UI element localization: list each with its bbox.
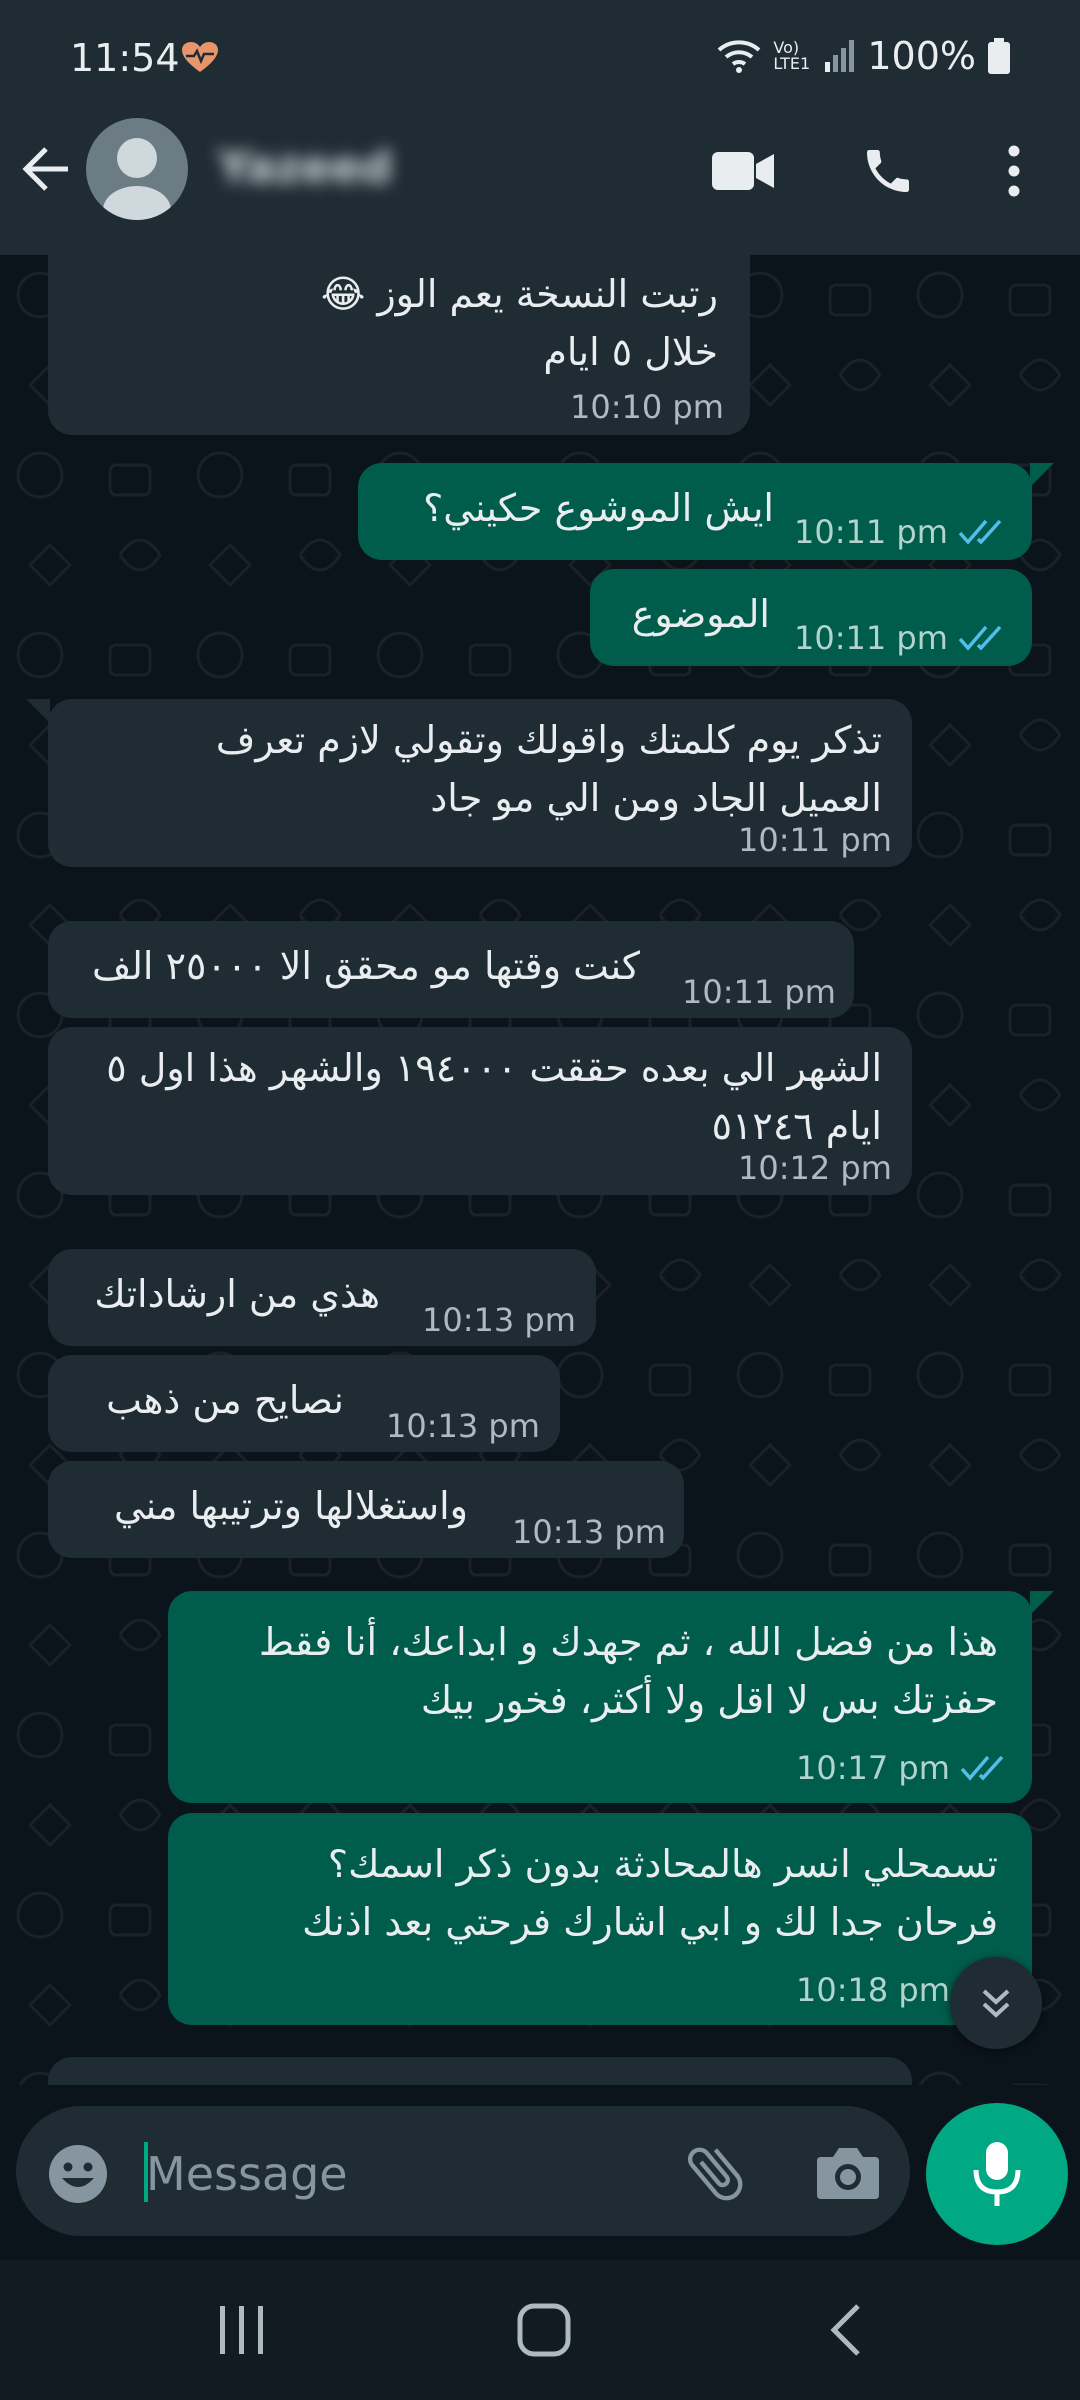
camera-icon[interactable] (815, 2145, 881, 2201)
signal-icon (825, 40, 855, 72)
emoji-icon[interactable] (46, 2142, 110, 2206)
attach-icon[interactable] (680, 2138, 750, 2208)
message-time: 10:11 pm (794, 619, 948, 657)
message-incoming-partial[interactable] (48, 2057, 912, 2085)
message-time: 10:13 pm (512, 1513, 666, 1551)
message-incoming[interactable]: الشهر الي بعده حققت ١٩٤٠٠٠ والشهر هذا او… (48, 1027, 912, 1195)
bubble-tail (1030, 1591, 1054, 1615)
read-receipt-icon (960, 1755, 1004, 1781)
message-incoming[interactable]: كنت وقتها مو محقق الا ٢٥٠٠٠ الف 10:11 pm (48, 921, 854, 1018)
back-arrow-icon[interactable] (20, 143, 72, 195)
battery-icon (988, 38, 1010, 74)
battery-percent: 100% (867, 34, 976, 78)
message-text: ايش الموشوع حكيني؟ (423, 486, 774, 530)
message-text: كنت وقتها مو محقق الا ٢٥٠٠٠ الف (92, 944, 640, 988)
message-time: 10:18 pm (796, 1971, 950, 2009)
message-outgoing[interactable]: ايش الموشوع حكيني؟ 10:11 pm (358, 463, 1032, 560)
read-receipt-icon (958, 625, 1002, 651)
chat-area[interactable]: رتبت النسخة يعم الوز 😂 خلال ٥ ايام 10:10… (0, 255, 1080, 2085)
message-incoming[interactable]: نصايح من ذهب 10:13 pm (48, 1355, 560, 1452)
message-meta: 10:13 pm (512, 1503, 666, 1561)
message-text: الموضوع (631, 592, 770, 636)
home-icon[interactable] (516, 2302, 572, 2358)
message-meta: 10:12 pm (738, 1139, 892, 1197)
wifi-icon (718, 40, 761, 73)
message-time: 10:12 pm (738, 1149, 892, 1187)
message-outgoing[interactable]: هذا من فضل الله ، ثم جهدك و ابداعك، أنا … (168, 1591, 1032, 1803)
message-incoming[interactable]: هذي من ارشاداتك 10:13 pm (48, 1249, 596, 1346)
message-incoming[interactable]: واستغلالها وترتيبها مني 10:13 pm (48, 1461, 684, 1558)
message-text: تسمحلي انسر هالمحادثة بدون ذكر اسمك؟ فرح… (302, 1842, 998, 1944)
heart-pulse-icon (182, 42, 218, 72)
message-text: رتبت النسخة يعم الوز 😂 خلال ٥ ايام (320, 272, 718, 374)
mic-icon (973, 2142, 1021, 2206)
message-input[interactable]: Message (146, 2147, 348, 2201)
message-text: هذي من ارشاداتك (94, 1272, 380, 1316)
message-meta: 10:11 pm (738, 811, 892, 869)
message-outgoing[interactable]: الموضوع 10:11 pm (590, 569, 1032, 666)
status-icons: Vo) LTE1 100% (717, 34, 1010, 78)
avatar[interactable] (86, 118, 188, 220)
message-meta: 10:17 pm (796, 1739, 1010, 1797)
message-meta: 10:13 pm (422, 1291, 576, 1349)
back-nav-icon[interactable] (826, 2302, 866, 2358)
default-avatar-icon (103, 138, 171, 220)
scroll-down-icon (982, 1989, 1010, 2018)
message-text: هذا من فضل الله ، ثم جهدك و ابداعك، أنا … (258, 1620, 998, 1722)
bubble-tail (1030, 463, 1054, 487)
message-meta: 10:11 pm (794, 609, 1008, 667)
message-meta: 10:11 pm (794, 503, 1008, 561)
read-receipt-icon (958, 519, 1002, 545)
contact-name[interactable]: Yazeed (218, 142, 392, 193)
message-time: 10:17 pm (796, 1749, 950, 1787)
message-outgoing[interactable]: تسمحلي انسر هالمحادثة بدون ذكر اسمك؟ فرح… (168, 1813, 1032, 2025)
message-time: 10:11 pm (794, 513, 948, 551)
message-time: 10:10 pm (570, 388, 724, 426)
recent-apps-icon[interactable] (216, 2304, 268, 2356)
message-time: 10:13 pm (386, 1407, 540, 1445)
voice-message-button[interactable] (926, 2103, 1068, 2245)
status-bar: 11:54 Vo) LTE1 100% (0, 0, 1080, 120)
more-options-icon[interactable] (1006, 145, 1022, 197)
status-time: 11:54 (70, 36, 180, 80)
message-meta: 10:13 pm (386, 1397, 540, 1455)
message-text: الشهر الي بعده حققت ١٩٤٠٠٠ والشهر هذا او… (106, 1046, 882, 1148)
network-label: Vo) LTE1 (773, 38, 811, 73)
bubble-tail (26, 699, 50, 723)
message-meta: 10:10 pm (570, 378, 724, 436)
message-meta: 10:11 pm (682, 963, 836, 1021)
message-text: تذكر يوم كلمتك واقولك وتقولي لازم تعرف ا… (215, 718, 882, 820)
system-navigation-bar (0, 2260, 1080, 2400)
message-meta: 10:18 pm (796, 1961, 950, 2019)
voice-call-icon[interactable] (860, 143, 916, 199)
message-time: 10:13 pm (422, 1301, 576, 1339)
video-call-icon[interactable] (712, 150, 774, 192)
scroll-to-bottom-button[interactable] (950, 1957, 1042, 2049)
message-time: 10:11 pm (738, 821, 892, 859)
message-text: واستغلالها وترتيبها مني (113, 1484, 468, 1528)
message-incoming[interactable]: تذكر يوم كلمتك واقولك وتقولي لازم تعرف ا… (48, 699, 912, 867)
message-text: نصايح من ذهب (106, 1378, 344, 1422)
message-incoming[interactable]: رتبت النسخة يعم الوز 😂 خلال ٥ ايام 10:10… (48, 255, 750, 435)
message-time: 10:11 pm (682, 973, 836, 1011)
